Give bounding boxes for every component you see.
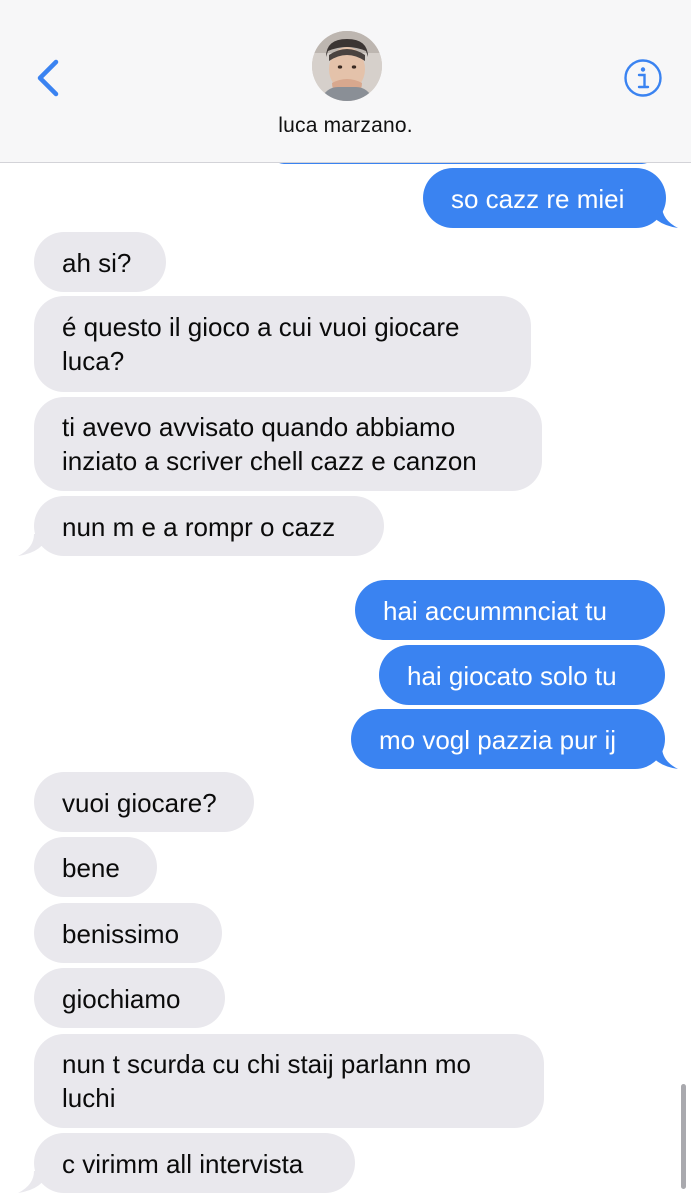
message-text-line: nun t scurda cu chi staij parlann mo [62,1049,471,1079]
chevron-left-icon [37,59,59,97]
message-text: hai accummnciat tu [383,596,607,626]
message-text: giochiamo [62,984,181,1014]
message-bubble-outgoing[interactable]: hai accummnciat tu [355,580,665,640]
contact-avatar[interactable] [312,31,382,101]
message-bubble-outgoing[interactable]: hai giocato solo tu [379,645,665,705]
info-icon [624,59,662,97]
message-thread[interactable]: so cazz re miei ah si? é questo il gioco… [0,0,691,1200]
message-text: so cazz re miei [451,184,625,214]
message-text: vuoi giocare? [62,788,217,818]
message-text: mo vogl pazzia pur ij [379,725,616,755]
message-text-line: inziato a scriver chell cazz e canzon [62,446,477,476]
message-bubble-incoming[interactable]: nun m e a rompr o cazz [34,496,384,556]
message-bubble-incoming[interactable]: ti avevo avvisato quando abbiamo inziato… [34,397,542,491]
message-bubble-incoming[interactable]: nun t scurda cu chi staij parlann mo luc… [34,1034,544,1128]
message-bubble-incoming[interactable]: é questo il gioco a cui vuoi giocare luc… [34,296,531,392]
scrollbar[interactable] [681,1084,686,1189]
message-text: nun m e a rompr o cazz [62,512,336,542]
info-button[interactable] [623,58,663,98]
bubble-tail [648,747,678,769]
message-text: c virimm all intervista [62,1149,304,1179]
message-bubble-incoming[interactable]: benissimo [34,903,222,963]
conversation-header: luca marzano. [0,0,691,163]
message-text: hai giocato solo tu [407,661,617,691]
message-text-line: ti avevo avvisato quando abbiamo [62,412,456,442]
bubble-tail [18,534,48,556]
message-bubble-incoming[interactable]: ah si? [34,232,166,292]
message-text: bene [62,853,120,883]
message-bubble-incoming[interactable]: bene [34,837,157,897]
bubble-tail [648,206,678,228]
message-text-line: luca? [62,346,125,376]
message-text: benissimo [62,919,180,949]
bubble-tail [18,1171,48,1193]
contact-name[interactable]: luca marzano. [0,114,691,138]
message-bubble-outgoing[interactable]: so cazz re miei [423,168,666,228]
message-text-line: luchi [62,1083,116,1113]
message-bubble-outgoing[interactable]: mo vogl pazzia pur ij [351,709,665,769]
message-text: ah si? [62,248,132,278]
message-text-line: é questo il gioco a cui vuoi giocare [62,312,460,342]
message-bubble-incoming[interactable]: vuoi giocare? [34,772,254,832]
messages-screen: so cazz re miei ah si? é questo il gioco… [0,0,691,1200]
message-bubble-incoming[interactable]: c virimm all intervista [34,1133,355,1193]
message-bubble-incoming[interactable]: giochiamo [34,968,225,1028]
back-button[interactable] [28,56,68,100]
avatar-photo [312,31,382,101]
